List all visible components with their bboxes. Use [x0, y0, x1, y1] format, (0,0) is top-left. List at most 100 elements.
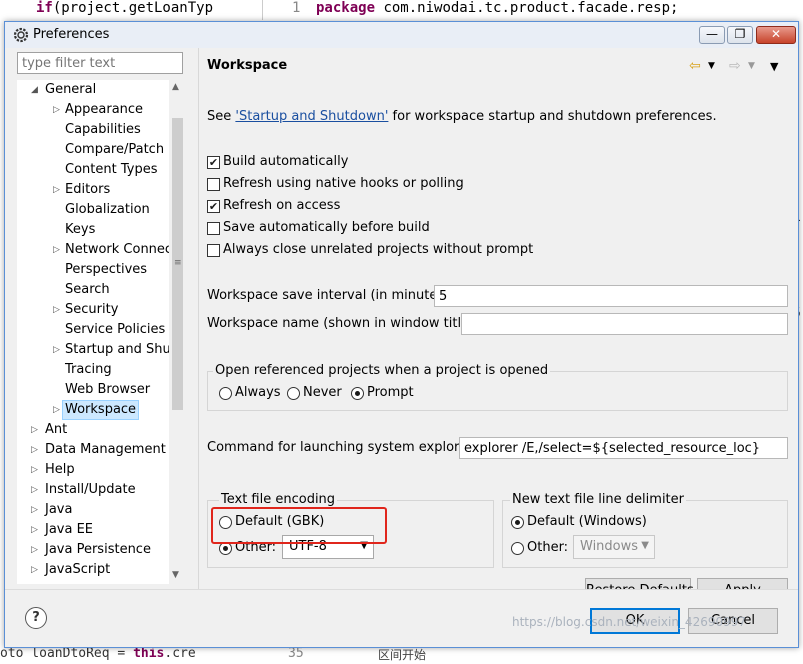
radio-dot: [511, 516, 524, 529]
tree-item[interactable]: ▷ Appearance: [17, 100, 169, 120]
tree-item[interactable]: ▷ Java EE: [17, 520, 169, 540]
collapsed-arrow-icon[interactable]: ▷: [53, 300, 63, 320]
code-left: if(project.getLoanTyp: [36, 0, 214, 16]
tree-item-label: Keys: [65, 222, 96, 237]
preferences-dialog: Preferences — ❐ ✕ ◢General▷AppearanceCap…: [4, 21, 799, 648]
tree-item[interactable]: Compare/Patch: [17, 140, 169, 160]
close-button[interactable]: ✕: [756, 26, 796, 44]
radio-dot: [287, 387, 300, 400]
tree-item-label: Security: [65, 302, 119, 317]
close-icon: ✕: [770, 27, 782, 41]
tree-item[interactable]: ◢ General: [17, 80, 169, 100]
tree-item[interactable]: ▷ Security: [17, 300, 169, 320]
tree-item[interactable]: ▷Startup and Shutd: [17, 340, 169, 360]
checkmark-icon: ✔: [207, 156, 220, 169]
radio-dot: [219, 387, 232, 400]
view-menu-icon[interactable]: ▼: [770, 60, 778, 73]
tree-item[interactable]: ▷ Java: [17, 500, 169, 520]
collapsed-arrow-icon[interactable]: ▷: [31, 560, 41, 580]
code-comment: 区间开始: [378, 648, 427, 662]
tree-item[interactable]: Service Policies: [17, 320, 169, 340]
checkbox-box: [207, 178, 220, 191]
collapsed-arrow-icon[interactable]: ▷: [31, 460, 41, 480]
tree-item[interactable]: ▷ Data Management: [17, 440, 169, 460]
tree-item-label: Network Connectio: [65, 242, 169, 257]
tree-item-label: Help: [45, 462, 75, 477]
workspace-name-input[interactable]: [461, 313, 788, 335]
collapsed-arrow-icon[interactable]: ▷: [53, 180, 63, 200]
maximize-icon: ❐: [734, 27, 746, 41]
help-icon[interactable]: ?: [25, 607, 47, 629]
tree-item[interactable]: Content Types: [17, 160, 169, 180]
text-encoding-title: Text file encoding: [219, 492, 338, 507]
tree-vertical-scrollbar[interactable]: ▲ ≡ ▼: [169, 80, 186, 584]
editor-bottom-line: oto loanDtoReq = this.cre 35 区间开始: [0, 648, 803, 664]
title-bar[interactable]: Preferences — ❐ ✕: [5, 22, 798, 48]
line-number: 35: [288, 648, 304, 661]
tree-item[interactable]: ▷ Java Persistence: [17, 540, 169, 560]
collapsed-arrow-icon[interactable]: ▷: [31, 540, 41, 560]
tree-item-label: Capabilities: [65, 122, 141, 137]
collapsed-arrow-icon[interactable]: ▷: [53, 100, 63, 120]
maximize-button[interactable]: ❐: [727, 26, 753, 44]
watermark: https://blog.csdn.net/weixin_42690997: [512, 615, 747, 629]
chevron-down-icon: ▼: [641, 540, 649, 551]
explorer-command-input[interactable]: explorer /E,/select=${selected_resource_…: [459, 437, 788, 459]
forward-arrow-icon[interactable]: ⇨: [729, 58, 741, 74]
tree-item[interactable]: Perspectives: [17, 260, 169, 280]
tree-item[interactable]: ▷ Ant: [17, 420, 169, 440]
page-header: Workspace ⇦ ▼ ⇨ ▼ ▼: [199, 48, 798, 86]
tree-item[interactable]: Tracing: [17, 360, 169, 380]
collapsed-arrow-icon[interactable]: ▷: [31, 520, 41, 540]
scroll-up-icon[interactable]: ▲: [172, 82, 179, 92]
tree-item-label: Ant: [45, 422, 68, 437]
workspace-name-label: Workspace name (shown in window title):: [207, 316, 479, 331]
radio-dot: [511, 542, 524, 555]
scroll-down-icon[interactable]: ▼: [172, 570, 179, 580]
tree-item[interactable]: Keys: [17, 220, 169, 240]
tree-item-label: Editors: [65, 182, 111, 197]
tree-item[interactable]: Globalization: [17, 200, 169, 220]
back-arrow-icon[interactable]: ⇦: [689, 58, 701, 74]
save-interval-input[interactable]: 5: [434, 285, 788, 307]
tree-item-label: Appearance: [65, 102, 144, 117]
tree-item-label: Data Management: [45, 442, 166, 457]
tree-item-label: Java: [45, 502, 73, 517]
preference-tree: ◢ General ▷ Appearance Capabilities Compare/P…: [17, 80, 169, 584]
tree-item-label: Install/Update: [45, 482, 136, 497]
tree-item[interactable]: Capabilities: [17, 120, 169, 140]
preference-tree-pane: ◢General▷AppearanceCapabilitiesCompare/P…: [5, 48, 193, 608]
tree-item-label: Compare/Patch: [65, 142, 165, 157]
tree-item[interactable]: ▷ Editors: [17, 180, 169, 200]
tree-item[interactable]: ▷Network Connectio: [17, 240, 169, 260]
tree-item[interactable]: Search: [17, 280, 169, 300]
collapsed-arrow-icon[interactable]: ▷: [31, 480, 41, 500]
editor-separator: [262, 0, 263, 20]
collapsed-arrow-icon[interactable]: ▷: [31, 440, 41, 460]
tree-item[interactable]: ▷ Workspace: [17, 400, 169, 420]
tree-item-label: Perspectives: [65, 262, 148, 277]
highlight-box: [211, 507, 387, 544]
collapsed-arrow-icon[interactable]: ▷: [31, 500, 41, 520]
tree-item[interactable]: ▷ Help: [17, 460, 169, 480]
preferences-gear-icon: [13, 27, 29, 43]
collapsed-arrow-icon[interactable]: ▷: [53, 240, 63, 260]
forward-dropdown-icon[interactable]: ▼: [748, 61, 755, 71]
delimiter-select[interactable]: Windows ▼: [573, 535, 655, 559]
startup-shutdown-link[interactable]: 'Startup and Shutdown': [235, 109, 388, 124]
back-dropdown-icon[interactable]: ▼: [708, 61, 715, 71]
tree-item[interactable]: ▷ JavaScript: [17, 560, 169, 580]
expanded-arrow-icon[interactable]: ◢: [31, 80, 41, 100]
minimize-button[interactable]: —: [699, 26, 725, 44]
save-interval-label: Workspace save interval (in minutes):: [207, 288, 454, 303]
window-title: Preferences: [33, 27, 110, 42]
collapsed-arrow-icon[interactable]: ▷: [53, 340, 63, 360]
code-right: package com.niwodai.tc.product.facade.re…: [316, 0, 679, 16]
collapsed-arrow-icon[interactable]: ▷: [31, 420, 41, 440]
filter-input[interactable]: [17, 52, 183, 74]
tree-item-label: JavaScript: [45, 562, 111, 577]
tree-item[interactable]: Web Browser: [17, 380, 169, 400]
tree-item[interactable]: ▷ Install/Update: [17, 480, 169, 500]
tree-item-label: Service Policies: [65, 322, 166, 337]
radio-dot: [351, 387, 364, 400]
